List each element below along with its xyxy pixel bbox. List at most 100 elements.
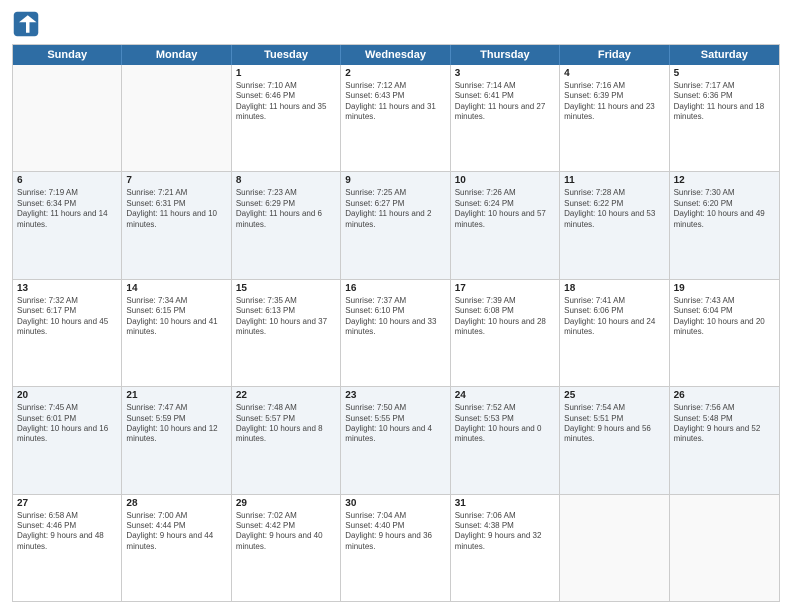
day-number: 6 (17, 175, 117, 186)
day-cell-4: 4 Sunrise: 7:16 AM Sunset: 6:39 PM Daylig… (560, 65, 669, 171)
day-info: Sunrise: 7:48 AM Sunset: 5:57 PM Dayligh… (236, 403, 336, 445)
day-info: Sunrise: 7:28 AM Sunset: 6:22 PM Dayligh… (564, 188, 664, 230)
empty-cell (670, 495, 779, 601)
day-info: Sunrise: 7:34 AM Sunset: 6:15 PM Dayligh… (126, 296, 226, 338)
day-info: Sunrise: 7:16 AM Sunset: 6:39 PM Dayligh… (564, 81, 664, 123)
day-info: Sunrise: 6:58 AM Sunset: 4:46 PM Dayligh… (17, 511, 117, 553)
day-cell-3: 3 Sunrise: 7:14 AM Sunset: 6:41 PM Daylig… (451, 65, 560, 171)
day-info: Sunrise: 7:26 AM Sunset: 6:24 PM Dayligh… (455, 188, 555, 230)
day-header-friday: Friday (560, 45, 669, 65)
day-info: Sunrise: 7:12 AM Sunset: 6:43 PM Dayligh… (345, 81, 445, 123)
day-number: 2 (345, 68, 445, 79)
day-cell-24: 24 Sunrise: 7:52 AM Sunset: 5:53 PM Dayli… (451, 387, 560, 493)
day-info: Sunrise: 7:52 AM Sunset: 5:53 PM Dayligh… (455, 403, 555, 445)
day-cell-23: 23 Sunrise: 7:50 AM Sunset: 5:55 PM Dayli… (341, 387, 450, 493)
day-cell-14: 14 Sunrise: 7:34 AM Sunset: 6:15 PM Dayli… (122, 280, 231, 386)
logo (12, 10, 44, 38)
day-cell-30: 30 Sunrise: 7:04 AM Sunset: 4:40 PM Dayli… (341, 495, 450, 601)
day-number: 20 (17, 390, 117, 401)
day-number: 30 (345, 498, 445, 509)
day-cell-5: 5 Sunrise: 7:17 AM Sunset: 6:36 PM Daylig… (670, 65, 779, 171)
page: SundayMondayTuesdayWednesdayThursdayFrid… (0, 0, 792, 612)
day-number: 26 (674, 390, 775, 401)
day-info: Sunrise: 7:17 AM Sunset: 6:36 PM Dayligh… (674, 81, 775, 123)
day-info: Sunrise: 7:50 AM Sunset: 5:55 PM Dayligh… (345, 403, 445, 445)
day-info: Sunrise: 7:04 AM Sunset: 4:40 PM Dayligh… (345, 511, 445, 553)
day-info: Sunrise: 7:35 AM Sunset: 6:13 PM Dayligh… (236, 296, 336, 338)
day-number: 18 (564, 283, 664, 294)
empty-cell (560, 495, 669, 601)
day-number: 21 (126, 390, 226, 401)
day-info: Sunrise: 7:39 AM Sunset: 6:08 PM Dayligh… (455, 296, 555, 338)
day-number: 27 (17, 498, 117, 509)
day-header-saturday: Saturday (670, 45, 779, 65)
day-number: 13 (17, 283, 117, 294)
day-info: Sunrise: 7:43 AM Sunset: 6:04 PM Dayligh… (674, 296, 775, 338)
day-header-monday: Monday (122, 45, 231, 65)
day-number: 17 (455, 283, 555, 294)
day-number: 8 (236, 175, 336, 186)
day-cell-13: 13 Sunrise: 7:32 AM Sunset: 6:17 PM Dayli… (13, 280, 122, 386)
day-cell-27: 27 Sunrise: 6:58 AM Sunset: 4:46 PM Dayli… (13, 495, 122, 601)
day-cell-11: 11 Sunrise: 7:28 AM Sunset: 6:22 PM Dayli… (560, 172, 669, 278)
calendar-header-row: SundayMondayTuesdayWednesdayThursdayFrid… (13, 45, 779, 65)
day-number: 3 (455, 68, 555, 79)
day-info: Sunrise: 7:30 AM Sunset: 6:20 PM Dayligh… (674, 188, 775, 230)
empty-cell (122, 65, 231, 171)
day-cell-22: 22 Sunrise: 7:48 AM Sunset: 5:57 PM Dayli… (232, 387, 341, 493)
day-header-tuesday: Tuesday (232, 45, 341, 65)
day-number: 11 (564, 175, 664, 186)
day-info: Sunrise: 7:32 AM Sunset: 6:17 PM Dayligh… (17, 296, 117, 338)
day-number: 23 (345, 390, 445, 401)
day-number: 16 (345, 283, 445, 294)
day-number: 1 (236, 68, 336, 79)
day-header-wednesday: Wednesday (341, 45, 450, 65)
day-cell-28: 28Sunrise: 7:00 AM Sunset: 4:44 PM Dayli… (122, 495, 231, 601)
day-info: Sunrise: 7:00 AM Sunset: 4:44 PM Dayligh… (126, 511, 226, 553)
day-info: Sunrise: 7:23 AM Sunset: 6:29 PM Dayligh… (236, 188, 336, 230)
day-info: Sunrise: 7:54 AM Sunset: 5:51 PM Dayligh… (564, 403, 664, 445)
day-number: 31 (455, 498, 555, 509)
day-info: Sunrise: 7:25 AM Sunset: 6:27 PM Dayligh… (345, 188, 445, 230)
day-number: 22 (236, 390, 336, 401)
logo-icon (12, 10, 40, 38)
day-info: Sunrise: 7:56 AM Sunset: 5:48 PM Dayligh… (674, 403, 775, 445)
day-cell-17: 17 Sunrise: 7:39 AM Sunset: 6:08 PM Dayli… (451, 280, 560, 386)
day-cell-29: 29Sunrise: 7:02 AM Sunset: 4:42 PM Dayli… (232, 495, 341, 601)
day-header-thursday: Thursday (451, 45, 560, 65)
day-number: 25 (564, 390, 664, 401)
day-info: Sunrise: 7:45 AM Sunset: 6:01 PM Dayligh… (17, 403, 117, 445)
day-cell-21: 21Sunrise: 7:47 AM Sunset: 5:59 PM Dayli… (122, 387, 231, 493)
day-info: Sunrise: 7:06 AM Sunset: 4:38 PM Dayligh… (455, 511, 555, 553)
day-number: 15 (236, 283, 336, 294)
day-number: 14 (126, 283, 226, 294)
day-number: 4 (564, 68, 664, 79)
empty-cell (13, 65, 122, 171)
day-number: 12 (674, 175, 775, 186)
day-cell-25: 25 Sunrise: 7:54 AM Sunset: 5:51 PM Dayli… (560, 387, 669, 493)
day-cell-16: 16 Sunrise: 7:37 AM Sunset: 6:10 PM Dayli… (341, 280, 450, 386)
calendar-row-1: 6 Sunrise: 7:19 AM Sunset: 6:34 PM Daylig… (13, 171, 779, 278)
calendar-row-3: 20 Sunrise: 7:45 AM Sunset: 6:01 PM Dayli… (13, 386, 779, 493)
day-number: 24 (455, 390, 555, 401)
calendar-body: 1Sunrise: 7:10 AM Sunset: 6:46 PM Daylig… (13, 65, 779, 601)
day-cell-12: 12 Sunrise: 7:30 AM Sunset: 6:20 PM Dayli… (670, 172, 779, 278)
day-number: 10 (455, 175, 555, 186)
day-cell-31: 31 Sunrise: 7:06 AM Sunset: 4:38 PM Dayli… (451, 495, 560, 601)
day-info: Sunrise: 7:19 AM Sunset: 6:34 PM Dayligh… (17, 188, 117, 230)
day-number: 29 (236, 498, 336, 509)
calendar-row-4: 27 Sunrise: 6:58 AM Sunset: 4:46 PM Dayli… (13, 494, 779, 601)
day-info: Sunrise: 7:41 AM Sunset: 6:06 PM Dayligh… (564, 296, 664, 338)
day-number: 9 (345, 175, 445, 186)
day-info: Sunrise: 7:14 AM Sunset: 6:41 PM Dayligh… (455, 81, 555, 123)
day-cell-19: 19 Sunrise: 7:43 AM Sunset: 6:04 PM Dayli… (670, 280, 779, 386)
calendar-row-2: 13 Sunrise: 7:32 AM Sunset: 6:17 PM Dayli… (13, 279, 779, 386)
day-cell-2: 2 Sunrise: 7:12 AM Sunset: 6:43 PM Daylig… (341, 65, 450, 171)
day-cell-18: 18 Sunrise: 7:41 AM Sunset: 6:06 PM Dayli… (560, 280, 669, 386)
header (12, 10, 780, 38)
day-cell-8: 8 Sunrise: 7:23 AM Sunset: 6:29 PM Daylig… (232, 172, 341, 278)
calendar: SundayMondayTuesdayWednesdayThursdayFrid… (12, 44, 780, 602)
day-info: Sunrise: 7:37 AM Sunset: 6:10 PM Dayligh… (345, 296, 445, 338)
day-number: 19 (674, 283, 775, 294)
day-number: 5 (674, 68, 775, 79)
